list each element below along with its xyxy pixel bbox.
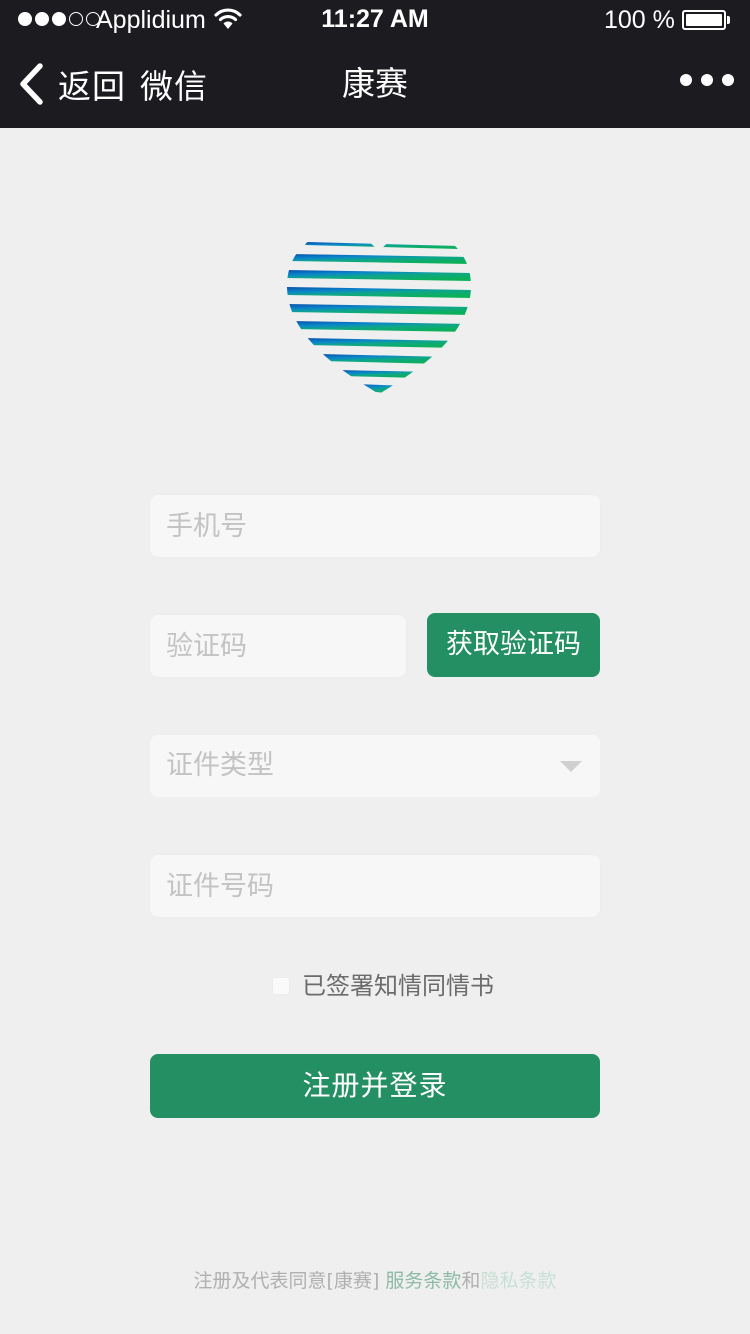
privacy-terms-link[interactable]: 隐私条款: [480, 1270, 556, 1292]
heart-logo-icon: [286, 242, 472, 394]
more-dot-icon: [701, 74, 713, 86]
battery-icon: [682, 10, 726, 30]
navigation-bar: 返回 微信 康赛: [0, 40, 750, 128]
phone-input[interactable]: [150, 495, 600, 557]
more-dot-icon: [722, 74, 734, 86]
terms-joiner: 和: [461, 1270, 481, 1292]
consent-row: 已签署知情同情书: [272, 968, 494, 1004]
battery-tip: [727, 16, 730, 24]
dropdown-arrow-icon: [560, 761, 582, 772]
id-type-select[interactable]: 证件类型: [150, 735, 600, 797]
id-type-placeholder: 证件类型: [166, 750, 274, 781]
register-login-button[interactable]: 注册并登录: [150, 1054, 600, 1118]
verification-code-input[interactable]: [150, 615, 406, 677]
service-terms-link[interactable]: 服务条款: [385, 1270, 461, 1292]
id-number-input[interactable]: [150, 855, 600, 917]
battery-percentage: 100 %: [604, 6, 675, 34]
more-dot-icon: [680, 74, 692, 86]
get-code-button[interactable]: 获取验证码: [427, 613, 600, 677]
page-title: 康赛: [342, 64, 408, 103]
terms-prefix: 注册及代表同意[康赛]: [193, 1270, 386, 1292]
more-options-button[interactable]: [680, 74, 734, 86]
terms-footer: 注册及代表同意[康赛] 服务条款和隐私条款: [0, 1266, 750, 1293]
consent-checkbox[interactable]: [272, 977, 290, 995]
consent-label: 已签署知情同情书: [302, 972, 494, 1000]
status-bar: Applidium 11:27 AM 100 %: [0, 0, 750, 40]
registration-page: Applidium 11:27 AM 100 % 返回 微信 康赛 手机号 验证…: [0, 0, 750, 1334]
